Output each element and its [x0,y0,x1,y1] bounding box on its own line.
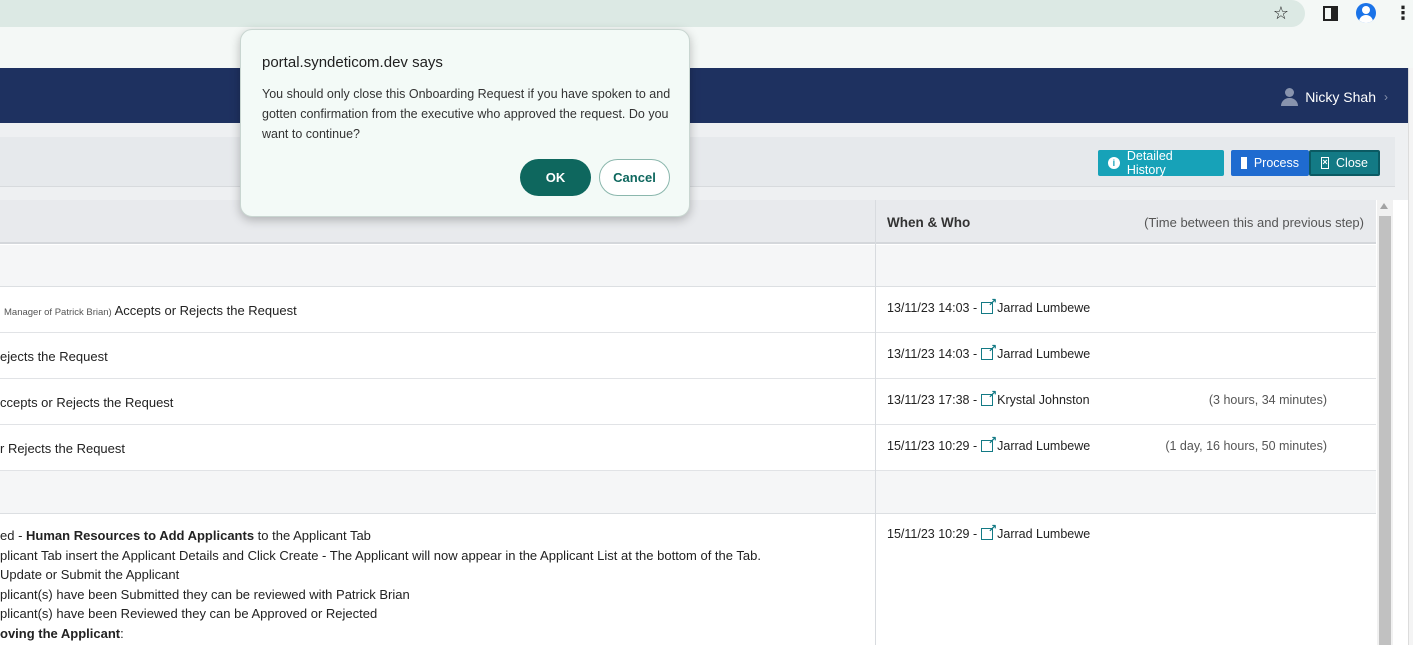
cancel-button[interactable]: Cancel [599,159,670,196]
user-icon [1281,88,1299,106]
external-link-icon[interactable] [981,434,997,452]
when-who: 15/11/23 10:29 - Jarrad Lumbewe [887,434,1090,453]
step-text: Manager of Patrick Brian) Accepts or Rej… [4,303,297,318]
section-header [0,245,1376,287]
section-header [0,471,1376,514]
column-divider [875,200,876,645]
user-link[interactable]: Jarrad Lumbewe [997,347,1090,361]
side-panel-icon[interactable] [1319,2,1341,24]
process-label: Process [1253,156,1299,170]
user-link[interactable]: Jarrad Lumbewe [997,301,1090,315]
confirm-dialog: portal.syndeticom.dev says You should on… [240,29,690,217]
table-row: Manager of Patrick Brian) Accepts or Rej… [0,287,1376,333]
table-row: ccepts or Rejects the Request 13/11/23 1… [0,379,1376,425]
external-link-icon[interactable] [981,522,997,540]
chevron-right-icon: › [1384,90,1388,104]
ok-button[interactable]: OK [520,159,591,196]
address-bar[interactable] [0,0,1305,27]
info-icon: i [1108,157,1120,169]
user-link[interactable]: Krystal Johnston [997,393,1089,407]
user-menu[interactable]: Nicky Shah › [1281,88,1388,106]
user-link[interactable]: Jarrad Lumbewe [997,527,1090,541]
document-icon [1241,157,1247,169]
external-link-icon[interactable] [981,342,997,360]
external-link-icon[interactable] [981,388,997,406]
when-who: 13/11/23 14:03 - Jarrad Lumbewe [887,296,1090,315]
user-link[interactable]: Jarrad Lumbewe [997,439,1090,453]
when-who: 13/11/23 14:03 - Jarrad Lumbewe [887,342,1090,361]
step-text: r Rejects the Request [0,441,126,456]
close-button[interactable]: × Close [1309,150,1380,176]
profile-icon[interactable] [1355,2,1377,24]
detailed-history-button[interactable]: i Detailed History [1098,149,1224,177]
table-row: r Rejects the Request 15/11/23 10:29 - J… [0,425,1376,471]
external-link-icon[interactable] [981,296,997,314]
process-button[interactable]: Process [1231,150,1309,176]
column-time-between: (Time between this and previous step) [1144,215,1364,230]
detailed-history-label: Detailed History [1126,149,1173,177]
duration: (1 day, 16 hours, 50 minutes) [1165,439,1327,453]
star-icon[interactable]: ☆ [1270,2,1292,24]
duration: (3 hours, 34 minutes) [1208,393,1327,407]
when-who: 13/11/23 17:38 - Krystal Johnston [887,388,1090,407]
table-row: ejects the Request 13/11/23 14:03 - Jarr… [0,333,1376,379]
close-square-icon: × [1321,157,1330,169]
scroll-up-arrow-icon[interactable] [1380,203,1388,209]
page-scrollbar[interactable] [1408,68,1413,645]
column-when-who: When & Who [887,215,971,230]
user-name: Nicky Shah [1305,89,1376,105]
dialog-title: portal.syndeticom.dev says [262,54,443,71]
app-header: Nicky Shah › [0,68,1408,123]
when-who: 15/11/23 10:29 - Jarrad Lumbewe [887,522,1090,541]
dialog-message: You should only close this Onboarding Re… [262,87,671,141]
step-text: ejects the Request [0,349,108,364]
menu-kebab-icon[interactable]: ⋮ [1392,2,1413,24]
step-instructions: ed - Human Resources to Add Applicants t… [0,528,761,641]
step-text: ccepts or Rejects the Request [0,395,174,410]
scrollbar-thumb[interactable] [1379,216,1391,645]
close-label: Close [1336,156,1368,170]
